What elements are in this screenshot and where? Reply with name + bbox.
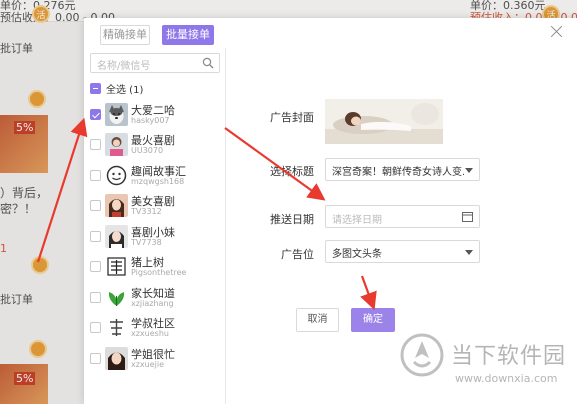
modal-header: 精确接单 批量接单	[84, 18, 577, 48]
account-checkbox[interactable]	[90, 292, 101, 303]
account-id: xzxueshu	[131, 329, 169, 338]
tab-batch-order[interactable]: 批量接单	[162, 25, 214, 45]
ad-position-value: 多图文头条	[332, 249, 382, 260]
account-checkbox[interactable]	[90, 231, 101, 242]
account-id: xzxuejie	[131, 360, 165, 369]
close-icon[interactable]	[549, 24, 565, 40]
account-id: xzjiazhang	[131, 299, 174, 308]
confirm-button[interactable]: 确定	[351, 308, 395, 332]
cover-label: 广告封面	[270, 111, 314, 124]
list-item[interactable]: 学姐很忙 xzxuejie	[84, 344, 226, 374]
watermark-text: 当下软件园	[451, 344, 567, 369]
list-item[interactable]: 美女喜剧 TV3312	[84, 191, 226, 221]
account-id: UU3070	[131, 146, 164, 155]
list-item[interactable]: 家长知道 xzjiazhang	[84, 283, 226, 313]
select-all-label: 全选 (1)	[106, 84, 144, 96]
ad-cover-image[interactable]	[325, 99, 443, 144]
watermark: 当下软件园 www.downxia.com	[393, 326, 577, 404]
ad-position-select[interactable]: 多图文头条	[325, 240, 480, 263]
title-select-value: 深宫奇案！朝鲜传奇女诗人变...	[332, 167, 464, 178]
account-checkbox[interactable]	[90, 170, 101, 181]
search-input[interactable]: 名称/微信号	[90, 53, 220, 73]
search-icon[interactable]	[202, 57, 214, 69]
title-select[interactable]: 深宫奇案！朝鲜传奇女诗人变...	[325, 158, 480, 181]
account-checkbox[interactable]	[90, 353, 101, 364]
avatar	[105, 133, 128, 156]
position-label: 广告位	[281, 248, 314, 261]
avatar	[105, 225, 128, 248]
cancel-button[interactable]: 取消	[296, 308, 339, 332]
avatar	[105, 164, 128, 187]
account-id: hasky007	[131, 116, 170, 125]
list-item[interactable]: 喜剧小妹 TV7738	[84, 222, 226, 252]
avatar	[105, 255, 128, 278]
select-all-checkbox[interactable]	[90, 82, 101, 94]
account-checkbox[interactable]	[90, 200, 101, 211]
search-placeholder: 名称/微信号	[97, 61, 151, 72]
select-all[interactable]: 全选 (1)	[90, 81, 144, 96]
avatar	[105, 347, 128, 370]
account-checkbox[interactable]	[90, 109, 101, 120]
avatar	[105, 316, 128, 339]
date-label: 推送日期	[270, 213, 314, 226]
list-item[interactable]: 最火喜剧 UU3070	[84, 130, 226, 160]
chevron-down-icon	[465, 250, 473, 255]
tab-precise-order[interactable]: 精确接单	[100, 25, 150, 45]
calendar-icon[interactable]	[462, 211, 473, 222]
date-placeholder: 请选择日期	[332, 215, 382, 226]
date-picker-input[interactable]: 请选择日期	[325, 205, 480, 228]
avatar	[105, 194, 128, 217]
account-id: Pigsonthetree	[131, 268, 187, 277]
account-id: TV3312	[131, 207, 162, 216]
account-list-panel: 名称/微信号 全选 (1) 大爱二哈 hasky007 最火喜剧 UU3070 …	[84, 48, 226, 404]
account-checkbox[interactable]	[90, 261, 101, 272]
list-item[interactable]: 趣闻故事汇 mzqwgsh168	[84, 161, 226, 191]
account-checkbox[interactable]	[90, 322, 101, 333]
account-id: mzqwgsh168	[131, 177, 185, 186]
list-item[interactable]: 大爱二哈 hasky007	[84, 100, 226, 130]
watermark-url: www.downxia.com	[455, 372, 558, 385]
list-item[interactable]: 猪上树 Pigsonthetree	[84, 252, 226, 282]
avatar	[105, 103, 128, 126]
watermark-logo-icon	[400, 333, 444, 377]
account-checkbox[interactable]	[90, 139, 101, 150]
title-label: 选择标题	[270, 165, 314, 178]
avatar	[105, 286, 128, 309]
chevron-down-icon	[465, 168, 473, 173]
account-id: TV7738	[131, 238, 162, 247]
list-item[interactable]: 学叔社区 xzxueshu	[84, 313, 226, 343]
